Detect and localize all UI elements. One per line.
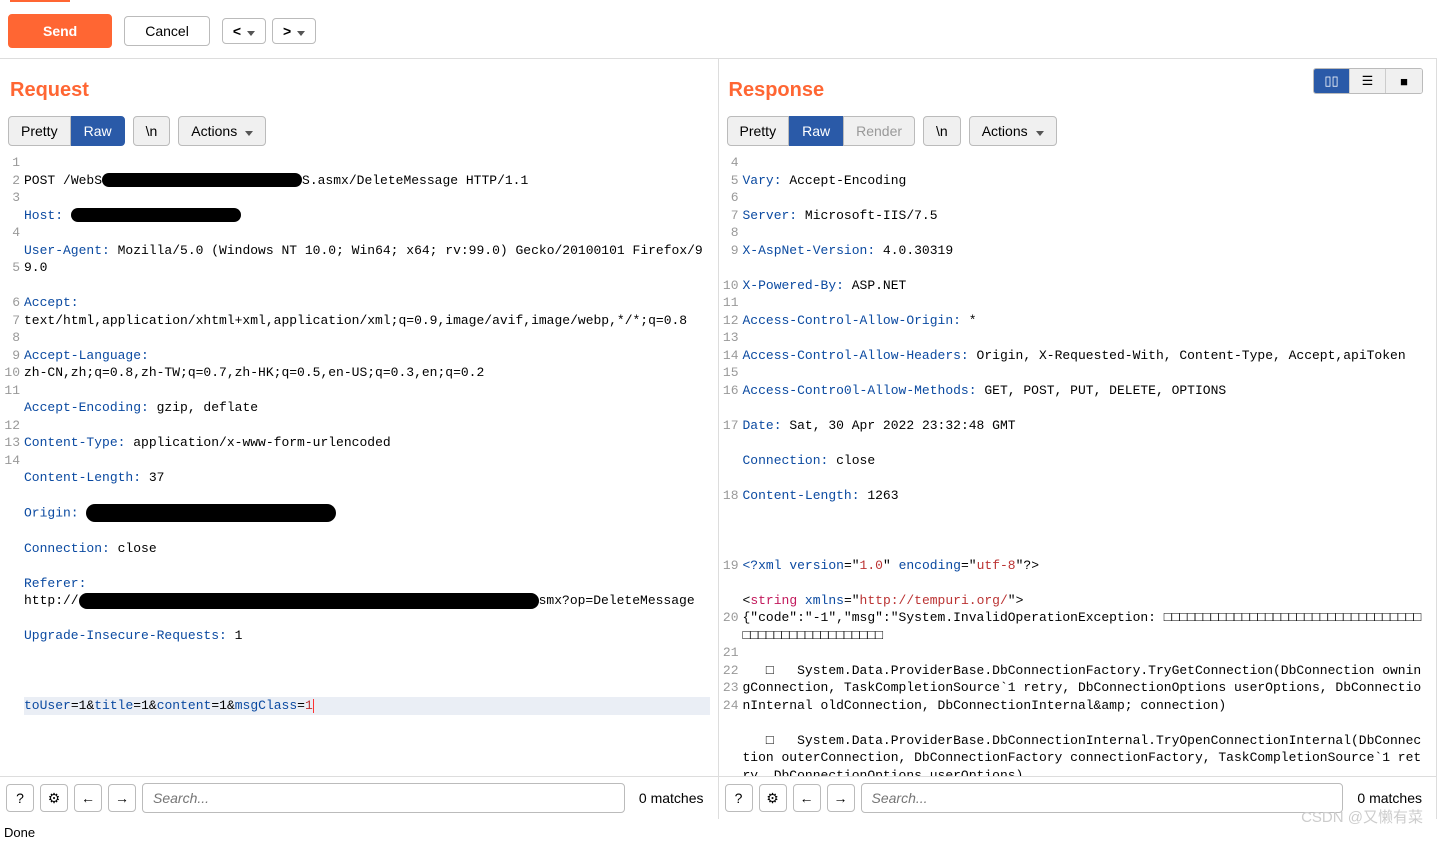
chevron-down-icon <box>245 23 255 39</box>
arrow-right-icon[interactable]: → <box>108 784 136 812</box>
watermark: CSDN @又懒有菜 <box>1301 806 1423 827</box>
view-rows-button[interactable]: ☰ <box>1350 69 1386 93</box>
tab-raw[interactable]: Raw <box>789 116 843 146</box>
actions-dropdown[interactable]: Actions <box>969 116 1057 146</box>
main-toolbar: Send Cancel < > <box>0 4 1437 59</box>
request-gutter: 123 4 5 67891011 121314 <box>0 154 24 776</box>
request-footer: ? ⚙ ← → 0 matches <box>0 776 718 819</box>
tab-pretty[interactable]: Pretty <box>8 116 71 146</box>
arrow-right-icon[interactable]: → <box>827 784 855 812</box>
newline-toggle[interactable]: \n <box>923 116 961 146</box>
chevron-down-icon <box>1034 123 1044 139</box>
request-view-tabs: Pretty Raw <box>8 116 125 146</box>
cancel-button[interactable]: Cancel <box>124 16 210 46</box>
actions-dropdown[interactable]: Actions <box>178 116 266 146</box>
response-search-input[interactable] <box>861 783 1344 813</box>
request-search-input[interactable] <box>142 783 625 813</box>
help-icon[interactable]: ? <box>725 784 753 812</box>
response-pane: Response Pretty Raw Render \n Actions 45… <box>719 59 1437 819</box>
arrow-left-icon[interactable]: ← <box>793 784 821 812</box>
request-code[interactable]: POST /WebSS.asmx/DeleteMessage HTTP/1.1 … <box>24 154 718 776</box>
send-button[interactable]: Send <box>8 14 112 48</box>
request-match-count: 0 matches <box>639 790 704 806</box>
chevron-down-icon <box>243 123 253 139</box>
gear-icon[interactable]: ⚙ <box>40 784 68 812</box>
chevron-down-icon <box>295 23 305 39</box>
view-toggle: ▯▯ ☰ ■ <box>1313 68 1423 94</box>
response-gutter: 456789 10111213141516 17 18 19 20 212223… <box>719 154 743 776</box>
forward-button[interactable]: > <box>272 18 316 44</box>
request-title: Request <box>0 59 718 116</box>
response-editor[interactable]: 456789 10111213141516 17 18 19 20 212223… <box>719 154 1437 776</box>
request-editor[interactable]: 123 4 5 67891011 121314 POST /WebSS.asmx… <box>0 154 718 776</box>
view-columns-button[interactable]: ▯▯ <box>1314 69 1350 93</box>
request-pane: Request Pretty Raw \n Actions 123 4 5 67… <box>0 59 719 819</box>
tab-raw[interactable]: Raw <box>71 116 125 146</box>
response-view-tabs: Pretty Raw Render <box>727 116 916 146</box>
status-bar: Done <box>0 819 1437 846</box>
response-match-count: 0 matches <box>1357 790 1422 806</box>
tab-render[interactable]: Render <box>843 116 915 146</box>
help-icon[interactable]: ? <box>6 784 34 812</box>
back-button[interactable]: < <box>222 18 266 44</box>
tab-pretty[interactable]: Pretty <box>727 116 790 146</box>
gear-icon[interactable]: ⚙ <box>759 784 787 812</box>
newline-toggle[interactable]: \n <box>133 116 171 146</box>
arrow-left-icon[interactable]: ← <box>74 784 102 812</box>
response-code[interactable]: Vary: Accept-Encoding Server: Microsoft-… <box>743 154 1437 776</box>
view-single-button[interactable]: ■ <box>1386 69 1422 93</box>
